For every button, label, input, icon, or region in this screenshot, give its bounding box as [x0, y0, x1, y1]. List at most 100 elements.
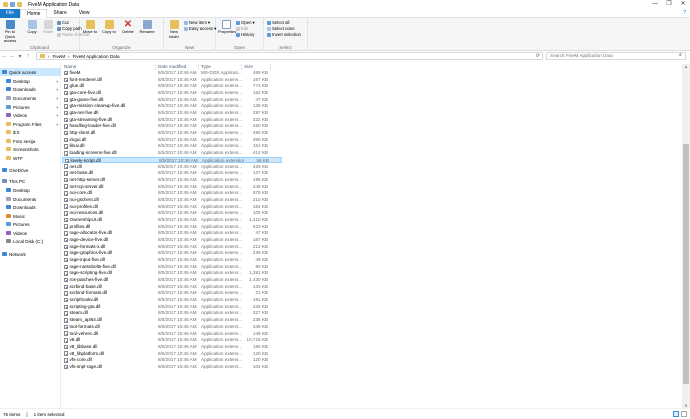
minimize-button[interactable]: —: [648, 0, 662, 9]
file-row[interactable]: rage-device-five.dll 8/5/2017 10:46 AM App…: [62, 237, 282, 243]
pin-quick-access-button[interactable]: Pin to Quick access: [2, 20, 18, 44]
nav-item[interactable]: Program Files ✦: [0, 120, 61, 128]
nav-item[interactable]: Videos ✦: [0, 111, 61, 119]
file-row[interactable]: gta-core-five.dll 8/5/2017 10:46 AM Applic…: [62, 90, 282, 96]
address-bar[interactable]: › FiveM › FiveM Application Data ⟳: [36, 52, 543, 60]
file-row[interactable]: OwnershipUI.dll 8/5/2017 10:46 AM Applicat…: [62, 217, 282, 223]
delete-button[interactable]: ✕ Delete: [120, 20, 136, 35]
file-row[interactable]: nui-resources.dll 8/5/2017 10:46 AM Applic…: [62, 210, 282, 216]
file-row[interactable]: rage-formats-x.dll 8/5/2017 10:46 AM Appli…: [62, 244, 282, 250]
nav-item[interactable]: Pictures: [0, 220, 61, 228]
file-row[interactable]: gta-net-five.dll 8/5/2017 10:46 AM Applica…: [62, 110, 282, 116]
nav-item[interactable]: Foto sesija: [0, 137, 61, 145]
nav-item[interactable]: Downloads: [0, 203, 61, 211]
nav-item[interactable]: OneDrive: [0, 166, 61, 174]
copy-path-button[interactable]: Copy path: [57, 26, 82, 31]
new-folder-icon[interactable]: [17, 2, 22, 7]
file-row[interactable]: profiles.dll 8/5/2017 10:46 AM Application…: [62, 224, 282, 230]
nav-item[interactable]: Desktop: [0, 186, 61, 194]
close-button[interactable]: ✕: [676, 0, 690, 9]
select-all-button[interactable]: Select all: [267, 20, 289, 25]
file-row[interactable]: rage-graphics-five.dll 8/5/2017 10:46 AM A…: [62, 250, 282, 256]
file-row[interactable]: gta-mission-cleanup-five.dll 8/5/2017 10:…: [62, 103, 282, 109]
file-row[interactable]: imgui.dll 8/5/2017 10:46 AM Application ex…: [62, 137, 282, 143]
nav-item[interactable]: Local Disk (C:): [0, 237, 61, 245]
file-row[interactable]: v8_libbase.dll 8/5/2017 10:46 AM Applicati…: [62, 344, 282, 350]
file-row[interactable]: steam_api64.dll 8/5/2017 10:46 AM Applicat…: [62, 317, 282, 323]
breadcrumb-current[interactable]: FiveM Application Data: [73, 54, 120, 59]
tab-home[interactable]: Home: [20, 8, 48, 18]
file-row[interactable]: nui-core.dll 8/5/2017 10:46 AM Application…: [62, 190, 282, 196]
new-item-button[interactable]: New item ▾: [184, 20, 210, 25]
back-arrow-icon[interactable]: ←: [0, 53, 8, 59]
file-row[interactable]: http-client.dll 8/5/2017 10:46 AM Applicat…: [62, 130, 282, 136]
large-icons-view-icon[interactable]: [681, 411, 687, 417]
file-row[interactable]: gta-game-five.dll 8/5/2017 10:46 AM Applic…: [62, 97, 282, 103]
file-row[interactable]: scrbind-base.dll 8/5/2017 10:46 AM Applica…: [62, 284, 282, 290]
new-folder-button[interactable]: New folder: [166, 20, 182, 39]
file-row[interactable]: gta-streaming-five.dll 8/5/2017 10:46 AM A…: [62, 117, 282, 123]
file-row[interactable]: font-renderer.dll 8/5/2017 10:46 AM Applic…: [62, 77, 282, 83]
file-row[interactable]: glue.dll 8/5/2017 10:46 AM Application ext…: [62, 83, 282, 89]
refresh-icon[interactable]: ⟳: [536, 53, 540, 59]
select-none-button[interactable]: Select none: [267, 26, 295, 31]
file-row[interactable]: rage-scripting-five.dll 8/5/2017 10:46 AM…: [62, 270, 282, 276]
file-row[interactable]: net-http-server.dll 8/5/2017 10:46 AM Appl…: [62, 177, 282, 183]
nav-item[interactable]: Music: [0, 212, 61, 220]
properties-icon[interactable]: [10, 2, 15, 7]
file-row[interactable]: net-base.dll 8/5/2017 10:46 AM Application…: [62, 170, 282, 176]
nav-item[interactable]: Quick access: [0, 68, 61, 76]
file-row[interactable]: rage-input-five.dll 8/5/2017 10:46 AM Appl…: [62, 257, 282, 263]
up-arrow-icon[interactable]: ↑: [24, 53, 32, 59]
nav-item[interactable]: Screenshots: [0, 145, 61, 153]
file-row[interactable]: scripting-gta.dll 8/5/2017 10:46 AM Applic…: [62, 304, 282, 310]
details-view-icon[interactable]: [673, 411, 679, 417]
nav-item[interactable]: Network: [0, 250, 61, 258]
file-row[interactable]: nui-profiles.dll 8/5/2017 10:46 AM Applica…: [62, 204, 282, 210]
tab-view[interactable]: View: [73, 9, 96, 18]
file-row[interactable]: handling-loader-five.dll 8/5/2017 10:46 A…: [62, 123, 282, 129]
nav-item[interactable]: Desktop ✦: [0, 77, 61, 85]
move-to-button[interactable]: Move to: [82, 20, 98, 35]
invert-selection-button[interactable]: Invert selection: [267, 32, 301, 37]
copy-to-button[interactable]: Copy to: [101, 20, 117, 35]
properties-button[interactable]: Properties: [218, 20, 236, 35]
file-row[interactable]: tool-formats.dll 8/5/2017 10:46 AM Applica…: [62, 324, 282, 330]
recent-locations-icon[interactable]: ▾: [16, 53, 24, 60]
file-row[interactable]: rage-nutsnbolts-five.dll 8/5/2017 10:46 A…: [62, 264, 282, 270]
scrollbar-thumb[interactable]: [683, 144, 689, 384]
nav-item[interactable]: Videos: [0, 229, 61, 237]
maximize-button[interactable]: ❐: [662, 0, 676, 9]
file-row[interactable]: v8.dll 8/5/2017 10:46 AM Application exten…: [62, 337, 282, 343]
nav-item[interactable]: Documents: [0, 195, 61, 203]
nav-item[interactable]: $.0: [0, 128, 61, 136]
file-row[interactable]: net.dll 8/5/2017 10:46 AM Application exte…: [62, 164, 282, 170]
file-row[interactable]: steam.dll 8/5/2017 10:46 AM Application ex…: [62, 310, 282, 316]
tab-file[interactable]: File: [0, 8, 21, 18]
rename-button[interactable]: Rename: [139, 20, 155, 35]
copy-button[interactable]: Copy: [24, 20, 40, 35]
edit-button[interactable]: Edit: [236, 26, 248, 31]
file-row[interactable]: vfs-impl-rage.dll 8/5/2017 10:46 AM Applic…: [62, 364, 282, 370]
paste-button[interactable]: Paste: [40, 20, 56, 35]
nav-item[interactable]: This PC: [0, 177, 61, 185]
file-row[interactable]: lovely-script.dll 8/5/2017 10:46 AM Applic…: [62, 156, 282, 164]
nav-item[interactable]: Documents ✦: [0, 94, 61, 102]
file-row[interactable]: nui-gsclient.dll 8/5/2017 10:46 AM Applica…: [62, 197, 282, 203]
file-row[interactable]: v8_libplatform.dll 8/5/2017 10:46 AM Appli…: [62, 351, 282, 357]
file-row[interactable]: rage-allocator-five.dll 8/5/2017 10:46 AM…: [62, 230, 282, 236]
file-row[interactable]: libuv.dll 8/5/2017 10:46 AM Application ex…: [62, 143, 282, 149]
breadcrumb-fivem[interactable]: FiveM: [53, 54, 66, 59]
file-row[interactable]: fiveM 8/5/2017 10:46 AM MS-DOS Applicati..…: [62, 70, 282, 76]
history-button[interactable]: History: [236, 32, 254, 37]
file-row[interactable]: vfs-core.dll 8/5/2017 10:46 AM Application…: [62, 357, 282, 363]
open-button[interactable]: Open ▾: [236, 20, 255, 25]
vertical-scrollbar[interactable]: ▲ ▼: [682, 64, 690, 408]
file-row[interactable]: scrbind-formats.dll 8/5/2017 10:46 AM Appl…: [62, 290, 282, 296]
nav-item[interactable]: Pictures ✦: [0, 103, 61, 111]
nav-item[interactable]: Downloads ✦: [0, 85, 61, 93]
file-row[interactable]: scripthookv.dll 8/5/2017 10:46 AM Applicat…: [62, 297, 282, 303]
file-row[interactable]: ros-patches-five.dll 8/5/2017 10:46 AM App…: [62, 277, 282, 283]
help-icon[interactable]: ?: [683, 10, 686, 16]
scroll-up-icon[interactable]: ▲: [682, 64, 690, 69]
